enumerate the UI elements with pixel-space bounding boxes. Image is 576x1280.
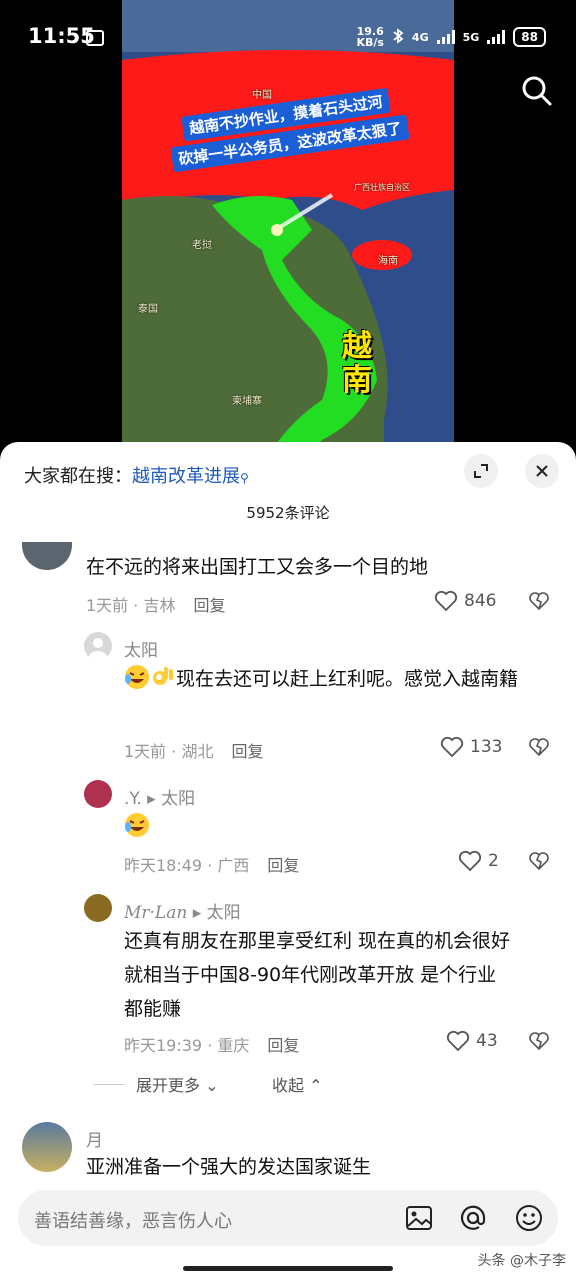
watermark: 头条 @木子李 bbox=[477, 1253, 566, 1269]
laugh-cry-emoji bbox=[124, 664, 150, 690]
heart-icon bbox=[440, 736, 464, 758]
comment-count: 5952条评论 bbox=[246, 504, 330, 522]
net-speed: 19.6 KB/s bbox=[356, 25, 384, 49]
laugh-cry-emoji bbox=[124, 812, 150, 838]
search-small-icon: ⚲ bbox=[240, 471, 249, 485]
hot-search[interactable]: 大家都在搜：越南改革进展⚲ bbox=[24, 462, 249, 488]
comment-meta: 昨天19:39 · 重庆 回复 bbox=[124, 1036, 300, 1055]
avatar[interactable] bbox=[22, 542, 72, 570]
comment-meta: 1天前 · 吉林 回复 bbox=[86, 596, 226, 615]
like-count: 2 bbox=[488, 851, 499, 871]
comment-username[interactable]: Mr·Lan ▸ 太阳 bbox=[124, 898, 241, 923]
ok-hand-emoji bbox=[150, 664, 176, 690]
expand-sheet-button[interactable] bbox=[464, 454, 498, 488]
comment-username[interactable]: 太阳 bbox=[124, 636, 158, 661]
expand-icon bbox=[474, 464, 488, 478]
reply-item: .Y. ▸ 太阳 昨天18:49 · 广西 回复 2 bbox=[0, 778, 576, 878]
status-time: 11:55 bbox=[28, 24, 95, 48]
map-label-hainan: 海南 bbox=[378, 256, 398, 267]
like-button[interactable]: 133 bbox=[440, 736, 502, 758]
comment-input-placeholder: 善语结善缘，恶言伤人心 bbox=[34, 1211, 232, 1232]
like-button[interactable]: 846 bbox=[434, 590, 496, 612]
chevron-up-icon: ⌃ bbox=[309, 1076, 323, 1095]
like-button[interactable]: 43 bbox=[446, 1030, 498, 1052]
comment-username[interactable]: .Y. ▸ 太阳 bbox=[124, 784, 195, 809]
comment-text: 现在去还可以赶上红利呢。感觉入越南籍 bbox=[124, 662, 544, 696]
comment-item: 在不远的将来出国打工又会多一个目的地 1天前 · 吉林 回复 846 bbox=[0, 542, 576, 622]
reply-button[interactable]: 回复 bbox=[231, 742, 263, 761]
vietnam-label: 越南 bbox=[342, 329, 372, 398]
map-label-laos: 老挝 bbox=[192, 240, 212, 251]
avatar[interactable] bbox=[84, 894, 112, 922]
map-label-cambodia: 柬埔寨 bbox=[232, 396, 262, 407]
comment-item: 月 亚洲准备一个强大的发达国家诞生 bbox=[0, 1120, 576, 1190]
dislike-icon[interactable] bbox=[528, 736, 550, 758]
home-indicator[interactable] bbox=[183, 1266, 393, 1271]
comment-meta: 1天前 · 湖北 回复 bbox=[124, 742, 264, 761]
comment-text: 亚洲准备一个强大的发达国家诞生 bbox=[86, 1156, 372, 1178]
sheet-header: 大家都在搜：越南改革进展⚲ bbox=[0, 454, 576, 494]
comment-meta: 昨天18:49 · 广西 回复 bbox=[124, 856, 300, 875]
network-b-label: 5G bbox=[462, 30, 480, 44]
image-icon[interactable] bbox=[404, 1203, 434, 1233]
comment-sheet: 大家都在搜：越南改革进展⚲ 5952条评论 在不远的将来出国打工又会多一个目的地… bbox=[0, 442, 576, 1280]
signal-icon-2 bbox=[487, 30, 506, 44]
hot-search-link[interactable]: 越南改革进展 bbox=[132, 466, 240, 487]
heart-icon bbox=[434, 590, 458, 612]
battery-icon: 88 bbox=[513, 27, 546, 47]
dislike-icon[interactable] bbox=[528, 1030, 550, 1052]
avatar[interactable] bbox=[84, 780, 112, 808]
close-button[interactable] bbox=[525, 454, 559, 488]
network-a-label: 4G bbox=[411, 30, 429, 44]
reply-button[interactable]: 回复 bbox=[267, 1036, 299, 1055]
reply-item: Mr·Lan ▸ 太阳 还真有朋友在那里享受红利 现在真的机会很好 就相当于中国… bbox=[0, 892, 576, 1062]
collapse-button[interactable]: 收起 ⌃ bbox=[272, 1072, 323, 1096]
mention-icon[interactable] bbox=[458, 1203, 488, 1233]
comment-text bbox=[124, 810, 150, 844]
like-button[interactable]: 2 bbox=[458, 850, 499, 872]
heart-icon bbox=[446, 1030, 470, 1052]
search-button[interactable] bbox=[520, 74, 554, 108]
comment-username[interactable]: 月 bbox=[86, 1126, 103, 1151]
status-bar: 11:55 19.6 KB/s 4G 5G 88 bbox=[0, 0, 576, 76]
like-count: 133 bbox=[470, 737, 503, 757]
expand-more-button[interactable]: 展开更多 ⌄ bbox=[136, 1072, 219, 1096]
map-label-thailand: 泰国 bbox=[138, 304, 158, 315]
bluetooth-icon bbox=[392, 27, 404, 47]
app-notification-icon bbox=[86, 30, 104, 46]
like-count: 43 bbox=[476, 1031, 498, 1051]
expand-row: 展开更多 ⌄ 收起 ⌃ bbox=[0, 1072, 576, 1102]
chevron-down-icon: ⌄ bbox=[205, 1076, 219, 1095]
like-count: 846 bbox=[464, 591, 497, 611]
close-icon bbox=[536, 465, 548, 477]
emoji-icon[interactable] bbox=[514, 1203, 544, 1233]
reply-item: 太阳 现在去还可以赶上红利呢。感觉入越南籍 1天前 · 湖北 回复 133 bbox=[0, 630, 576, 761]
heart-icon bbox=[458, 850, 482, 872]
search-icon bbox=[522, 76, 552, 106]
map-label-china: 中国 bbox=[252, 90, 272, 101]
comment-text: 在不远的将来出国打工又会多一个目的地 bbox=[86, 556, 429, 578]
signal-icon bbox=[436, 30, 455, 44]
avatar[interactable] bbox=[22, 1122, 72, 1172]
comment-text: 还真有朋友在那里享受红利 现在真的机会很好 就相当于中国8-90年代刚改革开放 … bbox=[124, 930, 511, 1020]
avatar[interactable] bbox=[84, 632, 112, 660]
status-icons: 19.6 KB/s 4G 5G 88 bbox=[356, 26, 546, 48]
divider bbox=[94, 1084, 124, 1085]
map-label-guangxi: 广西壮族自治区 bbox=[354, 183, 410, 192]
dislike-icon[interactable] bbox=[528, 850, 550, 872]
dislike-icon[interactable] bbox=[528, 590, 550, 612]
reply-button[interactable]: 回复 bbox=[267, 856, 299, 875]
comment-input[interactable]: 善语结善缘，恶言伤人心 bbox=[18, 1190, 558, 1246]
reply-button[interactable]: 回复 bbox=[193, 596, 225, 615]
